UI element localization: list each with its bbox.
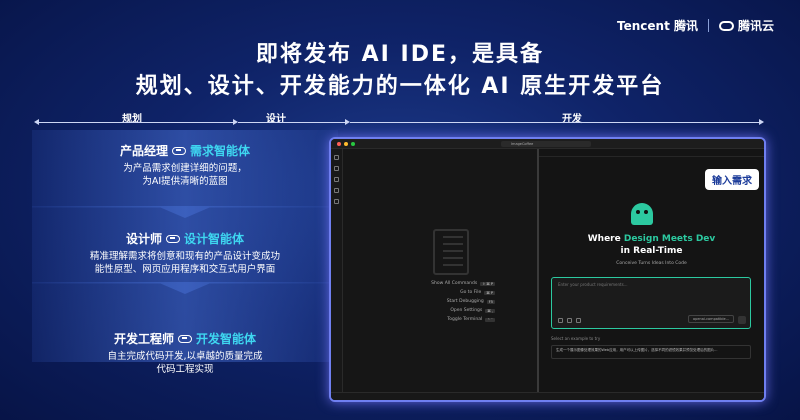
maximize-button[interactable] bbox=[351, 141, 355, 146]
role-desc: 能性原型、网页应用程序和交互式用户界面 bbox=[94, 264, 276, 275]
shortcut-key: ⌃ ` bbox=[485, 317, 495, 322]
role-desc: 代码工程实现 bbox=[156, 364, 214, 375]
shortcut-row[interactable]: Toggle Terminal ⌃ ` bbox=[405, 315, 495, 324]
role-desc: 为AI提供清晰的蓝图 bbox=[142, 176, 228, 187]
agent-name: 需求智能体 bbox=[190, 144, 251, 158]
attach-icon[interactable] bbox=[576, 318, 581, 323]
link-icon bbox=[166, 234, 180, 243]
shortcut-label: Show All Commands bbox=[431, 281, 478, 286]
shortcut-key: ⇧ ⌘ P bbox=[480, 281, 495, 286]
example-prompt[interactable]: 生成一个展示图像处理效果的Web应用，用户可以上传图片，选择不同的滤镜效果并预览… bbox=[551, 345, 751, 359]
role-desc: 自主完成代码开发,以卓越的质量完成 bbox=[107, 351, 263, 362]
agent-name: 开发智能体 bbox=[196, 332, 257, 346]
plan-arrow bbox=[34, 119, 238, 125]
command-search[interactable]: ImageCoffee bbox=[501, 141, 591, 147]
shortcut-label: Start Debugging bbox=[446, 299, 484, 304]
tencent-logo: Tencent 腾讯 bbox=[617, 19, 698, 33]
chat-toolbar bbox=[539, 149, 764, 157]
input-tools bbox=[558, 318, 581, 323]
ai-chat-panel: 输入需求 Where Design Meets Dev in Real-Time… bbox=[539, 149, 764, 400]
role-designer: 设计师 设计智能体 精准理解需求将创意和现有的产品设计变成功 能性原型、网页应用程序… bbox=[32, 230, 338, 276]
title-bar: ImageCoffee bbox=[331, 139, 764, 149]
hero-line2: in Real-Time bbox=[620, 246, 683, 256]
role-name: 开发工程师 bbox=[113, 332, 174, 346]
status-bar bbox=[331, 392, 764, 400]
search-icon[interactable] bbox=[334, 166, 339, 171]
input-placeholder: Enter your product requirements... bbox=[558, 282, 628, 287]
role-name: 设计师 bbox=[125, 232, 162, 246]
shortcut-key: ⌘ , bbox=[485, 308, 495, 313]
image-icon[interactable] bbox=[567, 318, 572, 323]
link-icon bbox=[172, 146, 186, 155]
model-select[interactable]: openai-compatible... bbox=[688, 315, 734, 323]
shortcut-key: F5 bbox=[486, 299, 495, 304]
headline-line2: 规划、设计、开发能力的一体化 AI 原生开发平台 bbox=[135, 74, 665, 99]
examples-label: Select an example to try bbox=[551, 336, 601, 341]
hero-highlight: Design Meets Dev bbox=[623, 234, 716, 244]
shortcut-list: Show All Commands ⇧ ⌘ P Go to File ⌘ P Sta… bbox=[405, 279, 495, 324]
shortcut-row[interactable]: Open Settings ⌘ , bbox=[405, 306, 495, 315]
hero-pre: Where bbox=[587, 234, 624, 244]
role-desc: 为产品需求创建详细的问题， bbox=[123, 163, 247, 174]
chat-subtitle: Conceive Turns Ideas Into Code bbox=[616, 261, 687, 266]
brand-divider bbox=[707, 19, 709, 32]
role-dev: 开发工程师 开发智能体 自主完成代码开发,以卓越的质量完成 代码工程实现 bbox=[32, 330, 338, 376]
ide-window: ImageCoffee Show All Commands ⇧ ⌘ P Go to… bbox=[329, 137, 766, 402]
ghost-logo-icon bbox=[631, 203, 653, 225]
shortcut-label: Go to File bbox=[460, 290, 482, 295]
shortcut-label: Toggle Terminal bbox=[447, 317, 483, 322]
extensions-icon[interactable] bbox=[334, 199, 339, 204]
headline-line1: 即将发布 AI IDE，是具备 bbox=[255, 42, 544, 67]
brand-logos: Tencent 腾讯 腾讯云 bbox=[617, 17, 774, 34]
agent-name: 设计智能体 bbox=[184, 232, 245, 246]
at-icon[interactable] bbox=[558, 318, 563, 323]
activity-bar bbox=[331, 149, 343, 400]
cloud-label: 腾讯云 bbox=[737, 19, 774, 33]
editor-empty-state: Show All Commands ⇧ ⌘ P Go to File ⌘ P Sta… bbox=[343, 149, 537, 400]
shortcut-row[interactable]: Start Debugging F5 bbox=[405, 297, 495, 306]
requirement-input[interactable]: Enter your product requirements... opena… bbox=[551, 277, 751, 329]
minimize-button[interactable] bbox=[344, 141, 348, 146]
role-name: 产品经理 bbox=[119, 144, 168, 158]
shortcut-label: Open Settings bbox=[450, 308, 483, 313]
cloud-icon bbox=[718, 20, 734, 31]
link-icon bbox=[178, 334, 192, 343]
ide-logo-icon bbox=[433, 229, 469, 275]
shortcut-key: ⌘ P bbox=[484, 290, 495, 295]
shortcut-row[interactable]: Show All Commands ⇧ ⌘ P bbox=[405, 279, 495, 288]
input-requirement-badge: 输入需求 bbox=[705, 169, 759, 190]
design-arrow bbox=[238, 119, 350, 125]
shortcut-row[interactable]: Go to File ⌘ P bbox=[405, 288, 495, 297]
close-button[interactable] bbox=[337, 141, 341, 146]
source-control-icon[interactable] bbox=[334, 177, 339, 182]
files-icon[interactable] bbox=[334, 155, 339, 160]
role-pm: 产品经理 需求智能体 为产品需求创建详细的问题， 为AI提供清晰的蓝图 bbox=[32, 142, 338, 188]
debug-icon[interactable] bbox=[334, 188, 339, 193]
send-button[interactable] bbox=[738, 316, 746, 324]
chat-hero: Where Design Meets Dev in Real-Time bbox=[539, 233, 764, 257]
role-desc: 精准理解需求将创意和现有的产品设计变成功 bbox=[89, 251, 280, 262]
tencent-cloud-logo: 腾讯云 bbox=[718, 17, 774, 34]
dev-arrow bbox=[350, 119, 764, 125]
